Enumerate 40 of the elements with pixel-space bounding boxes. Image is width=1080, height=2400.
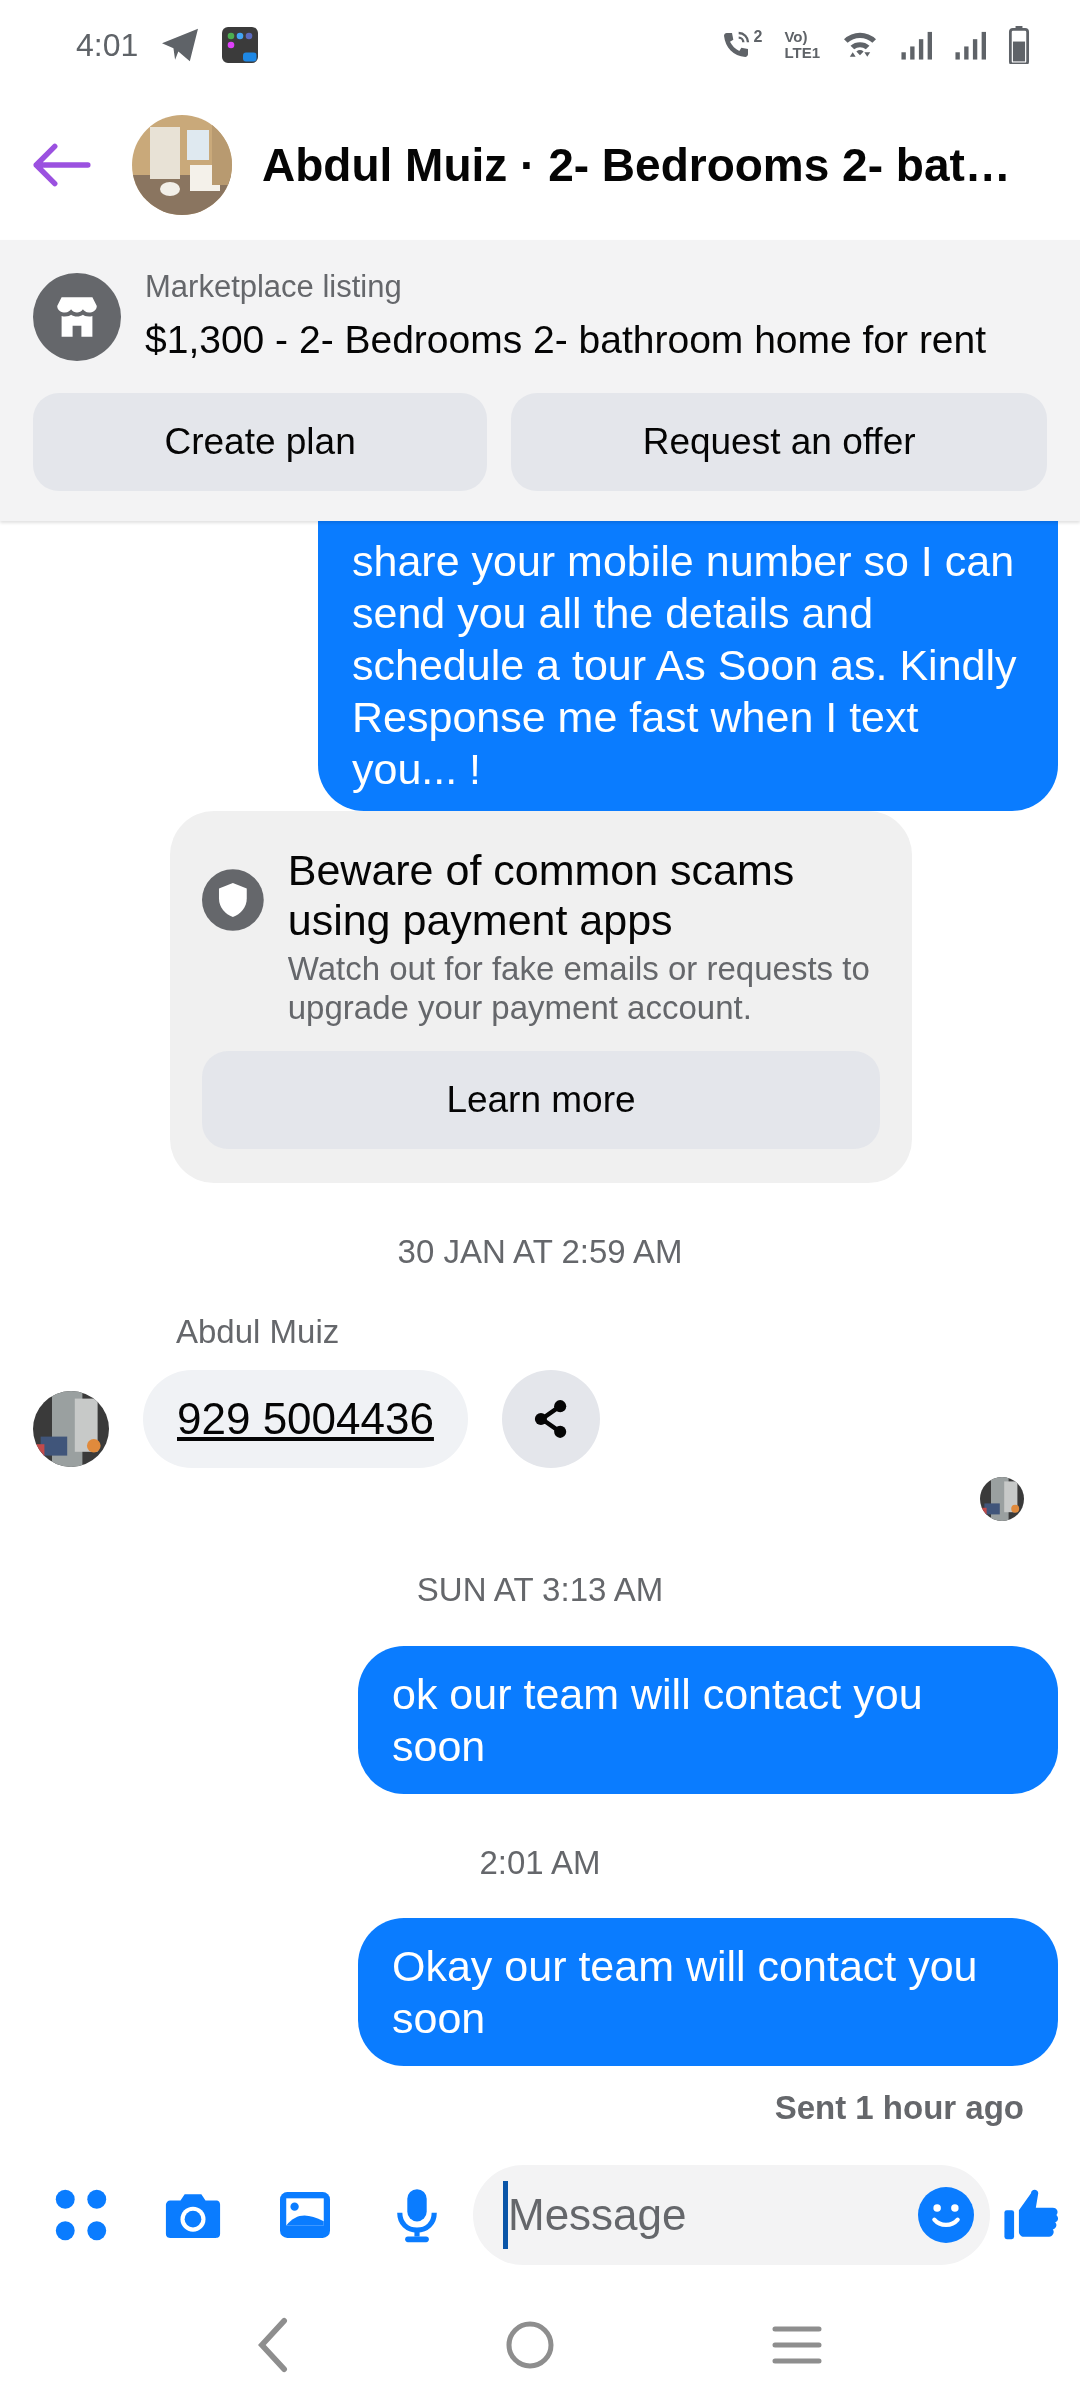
lte-label: LTE1 <box>784 45 820 61</box>
signal-icon <box>900 30 932 60</box>
home-nav-button[interactable] <box>505 2320 555 2370</box>
chat-title: Abdul Muiz · 2- Bedrooms 2- bat… <box>262 137 1011 193</box>
image-icon <box>277 2190 333 2240</box>
timestamp: SUN AT 3:13 AM <box>415 1570 665 1610</box>
timestamp: 2:01 AM <box>478 1842 602 1883</box>
app-folder-icon <box>222 27 259 63</box>
listing-title: $1,300 - 2- Bedrooms 2- bathroom home for rent <box>145 316 987 363</box>
listing-label: Marketplace listing <box>145 268 403 306</box>
request-offer-button[interactable]: Request an offer <box>511 393 1047 491</box>
microphone-icon <box>395 2187 439 2243</box>
store-icon <box>33 272 121 361</box>
signal-icon <box>954 30 986 60</box>
message-bubble: share your mobile number so I can send you all the details and schedule a tour As Soon as. Kindly Response me fast when I text you... ! <box>318 521 1058 811</box>
volte-label: Vo) <box>784 29 809 45</box>
message-bubble: Okay our team will contact you soon <box>358 1918 1058 2066</box>
message-field[interactable]: Message <box>473 2165 990 2265</box>
message-bubble: ok our team will contact you soon <box>358 1645 1058 1794</box>
timestamp: 30 JAN AT 2:59 AM <box>396 1232 684 1272</box>
notice-text: Watch out for fake emails or requests to upgrade your payment account. <box>287 949 871 1027</box>
sim-number: 2 <box>753 29 763 45</box>
message-field[interactable]: Message <box>503 2181 918 2249</box>
chevron-left-icon <box>258 2317 289 2373</box>
paper-plane-icon <box>160 27 201 63</box>
learn-more-button[interactable]: Learn more <box>202 1051 880 1149</box>
smiley-icon <box>918 2187 974 2243</box>
status-time: 4:01 <box>76 26 139 65</box>
message-status: Sent 1 hour ago <box>773 2088 1025 2128</box>
emoji-button[interactable] <box>918 2187 974 2243</box>
grid-dots-icon <box>54 2188 108 2242</box>
recents-nav-button[interactable] <box>771 2325 822 2365</box>
back-nav-button[interactable] <box>258 2317 289 2373</box>
create-plan-button[interactable]: Create plan <box>33 393 488 491</box>
battery-icon <box>1008 26 1030 64</box>
circle-icon <box>505 2320 555 2370</box>
sender-name: Abdul Muiz <box>176 1311 341 1352</box>
phone-link[interactable]: 929 5004436 <box>143 1370 468 1468</box>
menu-icon <box>771 2325 822 2365</box>
notice-title: Beware of common scams using payment apps <box>287 845 796 945</box>
